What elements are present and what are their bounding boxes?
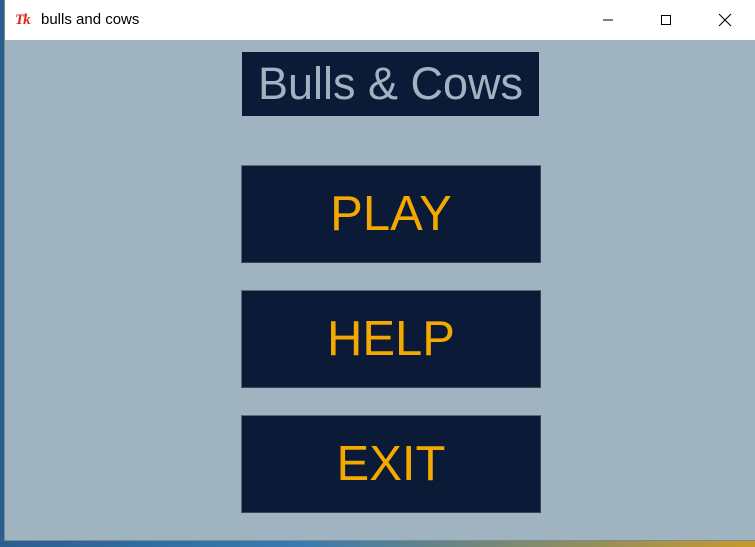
app-window: Tk bulls and cows Bulls & Cows PLAY HELP…: [5, 0, 755, 540]
close-icon: [718, 13, 732, 27]
play-button[interactable]: PLAY: [241, 165, 541, 263]
maximize-icon: [661, 15, 671, 25]
help-button[interactable]: HELP: [241, 290, 541, 388]
minimize-icon: [603, 19, 613, 21]
tk-feather-icon: Tk: [15, 12, 31, 28]
minimize-button[interactable]: [579, 0, 637, 40]
main-content: Bulls & Cows PLAY HELP EXIT: [5, 40, 755, 540]
maximize-button[interactable]: [637, 0, 695, 40]
close-button[interactable]: [696, 0, 754, 40]
exit-button[interactable]: EXIT: [241, 415, 541, 513]
window-title: bulls and cows: [41, 11, 140, 28]
game-title: Bulls & Cows: [242, 52, 539, 116]
title-bar[interactable]: Tk bulls and cows: [5, 0, 755, 40]
